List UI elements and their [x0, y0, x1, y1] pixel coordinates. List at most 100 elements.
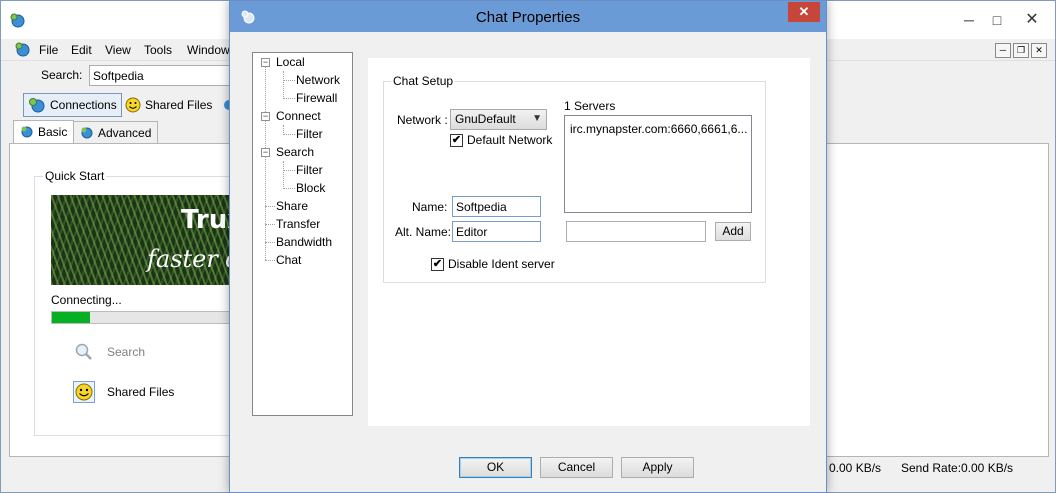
chat-properties-dialog: Chat Properties ✕ − Local Network Firewa…	[229, 0, 827, 493]
search-input[interactable]	[89, 65, 249, 86]
smiley-icon	[73, 381, 95, 403]
quick-start-search-label: Search	[107, 345, 146, 359]
tree-item-block[interactable]: Block	[296, 181, 325, 195]
network-dropdown-value: GnuDefault	[455, 112, 516, 126]
add-server-button[interactable]: Add	[715, 222, 751, 241]
tree-branch	[265, 260, 275, 261]
tree-local-line	[283, 71, 284, 99]
tree-branch	[283, 188, 295, 189]
send-rate-label: Send Rate:	[901, 461, 962, 475]
basic-tab-icon	[21, 126, 33, 138]
quick-start-shared-files[interactable]: Shared Files	[73, 381, 174, 403]
progress-fill	[52, 312, 90, 323]
network-globe-icon	[10, 13, 25, 28]
apply-button[interactable]: Apply	[621, 457, 694, 478]
tree-item-transfer[interactable]: Transfer	[276, 217, 320, 231]
chat-setup-title: Chat Setup	[391, 74, 456, 88]
server-list-item[interactable]: irc.mynapster.com:6660,6661,6...	[570, 122, 747, 136]
menu-tools[interactable]: Tools	[144, 43, 172, 57]
tree-branch	[283, 170, 295, 171]
tree-item-local[interactable]: Local	[276, 55, 305, 69]
tree-item-chat[interactable]: Chat	[276, 253, 301, 267]
banner-tagline: faster d	[147, 245, 241, 273]
servers-count-label: 1 Servers	[564, 99, 616, 113]
ok-button[interactable]: OK	[459, 457, 532, 478]
dialog-title: Chat Properties	[475, 9, 581, 26]
disable-ident-checkbox[interactable]: ✔ Disable Ident server	[431, 257, 555, 271]
quick-start-shared-files-label: Shared Files	[107, 385, 175, 399]
quick-start-title: Quick Start	[43, 169, 107, 183]
checkbox-check-icon: ✔	[450, 133, 463, 147]
tree-branch	[283, 80, 295, 81]
tree-collapse-search-icon[interactable]: −	[261, 148, 270, 157]
new-server-input[interactable]	[566, 221, 706, 242]
tree-item-bandwidth[interactable]: Bandwidth	[276, 235, 332, 249]
tree-item-search[interactable]: Search	[276, 145, 314, 159]
mdi-restore-button[interactable]: ❐	[1013, 43, 1029, 58]
receive-rate-value: 0.00 KB/s	[829, 461, 882, 475]
banner-image: Trux faster d	[51, 195, 241, 285]
tree-item-connect-filter[interactable]: Filter	[296, 127, 323, 141]
settings-tree: − Local Network Firewall − Connect Filte…	[252, 52, 353, 416]
maximize-button[interactable]: □	[984, 5, 1010, 35]
send-rate-value: 0.00 KB/s	[961, 461, 1014, 475]
tab-basic-label: Basic	[38, 125, 68, 139]
dialog-titlebar: Chat Properties ✕	[230, 1, 826, 32]
close-button[interactable]: ✕	[1012, 5, 1052, 35]
menu-file[interactable]: File	[39, 43, 58, 57]
menu-edit[interactable]: Edit	[71, 43, 92, 57]
checkbox-check-icon: ✔	[431, 257, 444, 271]
menu-view[interactable]: View	[105, 43, 131, 57]
alt-name-input[interactable]	[452, 221, 541, 242]
shared-files-label: Shared Files	[145, 98, 213, 112]
tree-collapse-local-icon[interactable]: −	[261, 58, 270, 67]
alt-name-label: Alt. Name:	[395, 225, 452, 239]
search-label: Search:	[41, 68, 83, 82]
connections-label: Connections	[50, 98, 117, 112]
tree-item-search-filter[interactable]: Filter	[296, 163, 323, 177]
tree-item-connect[interactable]: Connect	[276, 109, 321, 123]
quick-start-group: Quick Start Trux faster d Connecting... …	[34, 169, 254, 436]
dialog-body: − Local Network Firewall − Connect Filte…	[237, 32, 819, 487]
default-network-label: Default Network	[467, 133, 553, 147]
name-label: Name:	[412, 200, 448, 214]
connection-progress-bar	[51, 311, 241, 324]
minimize-button[interactable]: ─	[956, 5, 982, 35]
default-network-checkbox[interactable]: ✔ Default Network	[450, 133, 552, 147]
tree-branch	[283, 98, 295, 99]
chat-settings-page: Chat Setup Network : GnuDefault ▼ ✔ Defa…	[368, 58, 810, 426]
network-label: Network :	[397, 113, 448, 127]
tree-item-firewall[interactable]: Firewall	[296, 91, 337, 105]
tree-collapse-connect-icon[interactable]: −	[261, 112, 270, 121]
disable-ident-label: Disable Ident server	[448, 257, 555, 271]
tree-item-network[interactable]: Network	[296, 73, 340, 87]
connections-button[interactable]: Connections	[23, 93, 122, 117]
shared-files-button[interactable]: Shared Files	[121, 93, 216, 117]
magnifier-icon	[73, 341, 95, 363]
tree-branch	[265, 242, 275, 243]
tree-branch	[283, 134, 295, 135]
tab-strip: Basic Advanced	[9, 120, 249, 143]
chat-setup-group: Chat Setup Network : GnuDefault ▼ ✔ Defa…	[383, 74, 766, 283]
tab-basic[interactable]: Basic	[13, 120, 75, 143]
menu-window[interactable]: Window	[187, 43, 230, 57]
advanced-tab-icon	[81, 127, 93, 138]
tree-search-line	[283, 161, 284, 189]
tree-branch	[265, 224, 275, 225]
tree-branch	[265, 206, 275, 207]
tree-item-share[interactable]: Share	[276, 199, 308, 213]
name-input[interactable]	[452, 196, 541, 217]
smiley-icon	[125, 97, 141, 113]
cancel-button[interactable]: Cancel	[540, 457, 613, 478]
network-dropdown[interactable]: GnuDefault ▼	[450, 109, 547, 130]
mdi-close-button[interactable]: ✕	[1031, 43, 1047, 58]
tab-advanced[interactable]: Advanced	[73, 121, 159, 143]
tab-advanced-label: Advanced	[98, 125, 152, 140]
connections-icon	[29, 98, 45, 113]
chevron-down-icon: ▼	[532, 113, 542, 124]
mdi-minimize-button[interactable]: ─	[995, 43, 1011, 58]
dialog-close-button[interactable]: ✕	[788, 2, 820, 22]
quick-start-search[interactable]: Search	[73, 341, 145, 363]
connection-status: Connecting...	[51, 293, 122, 307]
servers-list[interactable]: irc.mynapster.com:6660,6661,6...	[564, 115, 752, 213]
